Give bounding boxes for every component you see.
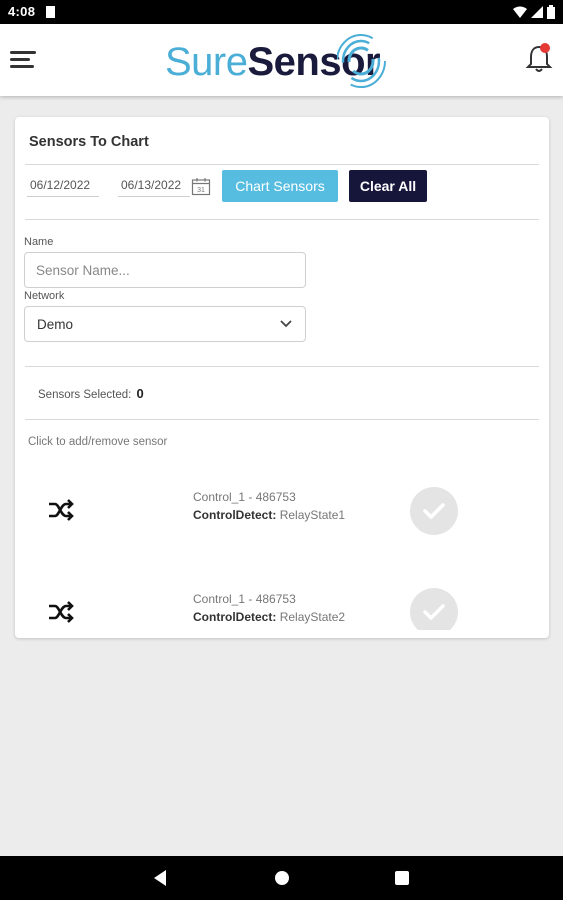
- chevron-down-icon: [280, 320, 292, 328]
- start-date-input[interactable]: 06/12/2022: [27, 175, 99, 197]
- divider: [25, 164, 539, 165]
- clear-all-button[interactable]: Clear All: [349, 170, 427, 202]
- network-value: Demo: [37, 317, 74, 332]
- sensors-selected-count: 0: [136, 386, 144, 401]
- shuffle-icon: [49, 499, 74, 521]
- battery-icon: [547, 5, 555, 19]
- network-label: Network: [24, 290, 65, 302]
- signal-icon: [531, 6, 543, 18]
- shuffle-icon: [49, 601, 74, 623]
- sensors-selected: Sensors Selected: 0: [38, 386, 144, 401]
- sensor-list-item[interactable]: Control_1 - 486753 ControlDetect: RelayS…: [15, 564, 549, 630]
- wifi-icon: [513, 6, 527, 18]
- select-sensor-checkmark[interactable]: [410, 487, 458, 535]
- checkmark-icon: [423, 503, 445, 519]
- sensor-state: RelayState2: [279, 610, 346, 624]
- sensor-name-input[interactable]: [24, 252, 306, 288]
- sensor-state: RelayState1: [279, 508, 346, 522]
- signal-waves-icon: [337, 34, 386, 88]
- sensor-device: Control_1 - 486753: [193, 490, 296, 504]
- suresensor-logo: SureSensor: [165, 32, 397, 90]
- sensor-device: Control_1 - 486753: [193, 592, 296, 606]
- sd-card-icon: [46, 6, 55, 18]
- svg-text:31: 31: [197, 187, 205, 194]
- sensor-type: ControlDetect:: [193, 610, 277, 624]
- notification-dot: [540, 43, 550, 53]
- chart-sensors-button[interactable]: Chart Sensors: [222, 170, 338, 202]
- notification-bell-icon[interactable]: [525, 42, 555, 74]
- status-icons: [513, 5, 555, 19]
- card-title: Sensors To Chart: [29, 134, 149, 150]
- recents-icon[interactable]: [377, 856, 427, 900]
- select-sensor-checkmark[interactable]: [410, 588, 458, 630]
- app-header: SureSensor: [0, 24, 563, 96]
- logo-sure: Sure: [165, 40, 248, 84]
- home-icon[interactable]: [257, 856, 307, 900]
- sensor-list-item[interactable]: Control_1 - 486753 ControlDetect: RelayS…: [15, 462, 549, 552]
- end-date-input[interactable]: 06/13/2022: [118, 175, 190, 197]
- sensors-chart-card: Sensors To Chart 06/12/2022 06/13/2022 3…: [15, 117, 549, 638]
- sensor-detail: ControlDetect: RelayState2: [193, 610, 345, 624]
- back-icon[interactable]: [136, 856, 186, 900]
- divider: [25, 419, 539, 420]
- divider: [25, 219, 539, 220]
- menu-icon[interactable]: [10, 48, 36, 70]
- name-label: Name: [24, 236, 54, 248]
- click-hint: Click to add/remove sensor: [28, 436, 168, 448]
- navigation-bar: [0, 856, 563, 900]
- status-time: 4:08: [8, 4, 36, 19]
- status-bar: 4:08: [0, 0, 563, 24]
- divider: [25, 366, 539, 367]
- sensor-detail: ControlDetect: RelayState1: [193, 508, 345, 522]
- sensor-type: ControlDetect:: [193, 508, 277, 522]
- calendar-icon[interactable]: 31: [191, 177, 211, 196]
- sensor-list: Control_1 - 486753 ControlDetect: RelayS…: [15, 462, 549, 630]
- sensors-selected-label: Sensors Selected:: [38, 389, 132, 401]
- checkmark-icon: [423, 604, 445, 620]
- network-select[interactable]: Demo: [24, 306, 306, 342]
